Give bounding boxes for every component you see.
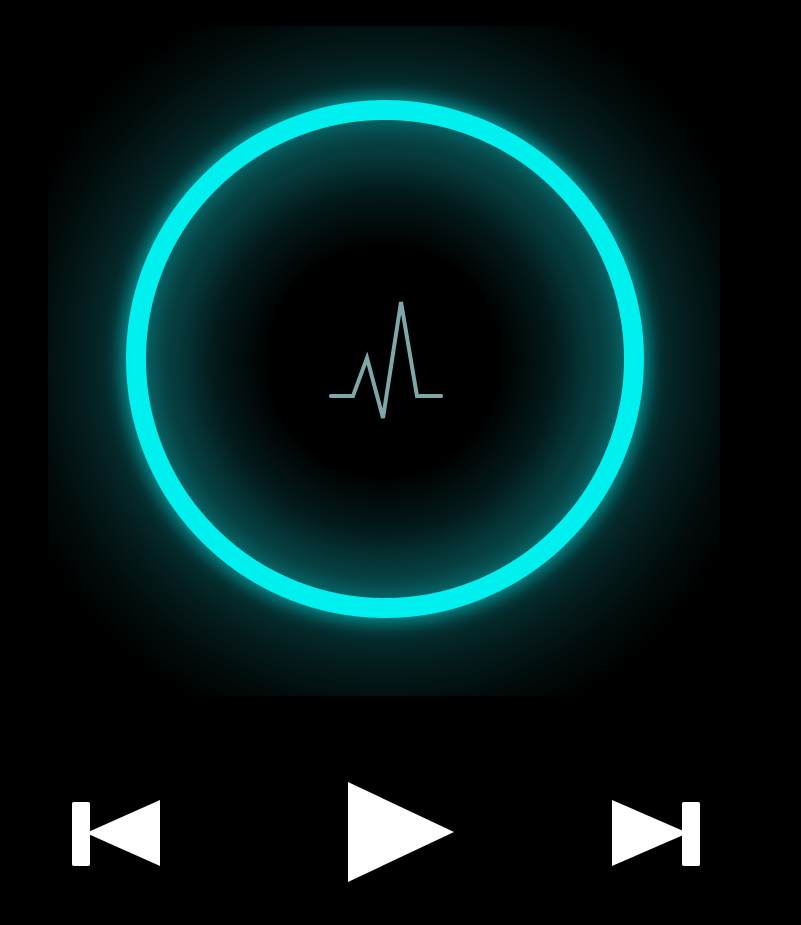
next-track-button[interactable] — [604, 796, 710, 870]
previous-track-button[interactable] — [64, 796, 170, 870]
waveform-pulse-icon — [325, 296, 449, 426]
playback-controls — [0, 760, 801, 900]
play-icon — [348, 782, 454, 882]
skip-previous-icon — [72, 800, 160, 866]
music-player-screen — [0, 0, 801, 925]
skip-next-icon — [612, 800, 700, 866]
play-button[interactable] — [338, 778, 462, 886]
